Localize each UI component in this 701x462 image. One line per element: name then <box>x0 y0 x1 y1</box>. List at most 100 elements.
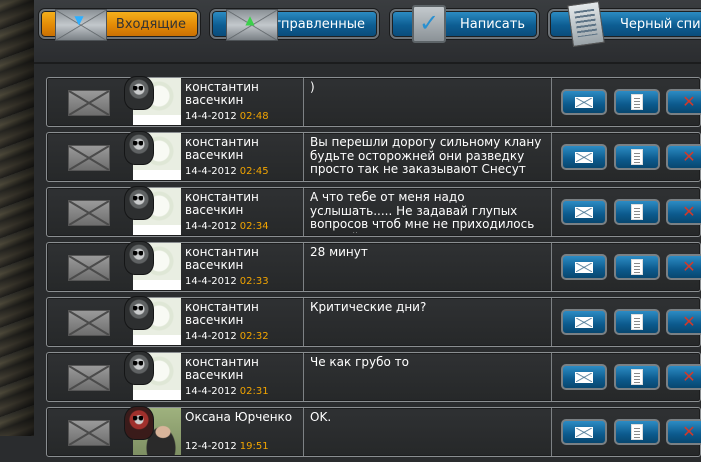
close-icon: ✕ <box>682 202 696 221</box>
checkmark-icon: ✓ <box>412 5 446 43</box>
envelope-icon <box>575 96 593 108</box>
message-time: 02:33 <box>239 276 269 287</box>
archive-button[interactable] <box>614 364 660 390</box>
envelope-icon <box>575 316 593 328</box>
delete-button[interactable]: ✕ <box>666 364 701 390</box>
tab-compose-label: Написать <box>459 16 525 32</box>
delete-button[interactable]: ✕ <box>666 89 701 115</box>
message-time: 02:31 <box>239 386 269 397</box>
delete-button[interactable]: ✕ <box>666 254 701 280</box>
message-date: 14-4-2012 02:31 <box>185 386 269 397</box>
reply-button[interactable] <box>561 419 607 445</box>
close-icon: ✕ <box>682 257 696 276</box>
archive-button[interactable] <box>614 199 660 225</box>
message-date: 14-4-2012 02:45 <box>185 166 269 177</box>
message-preview[interactable]: 28 минут <box>310 246 546 288</box>
skull-icon <box>124 351 154 385</box>
message-preview[interactable]: OK. <box>310 411 546 453</box>
close-icon: ✕ <box>682 147 696 166</box>
avatar[interactable] <box>124 241 181 290</box>
message-list: константин васечкин 14-4-2012 02:48 ) ✕ к… <box>46 76 701 462</box>
message-date: 14-4-2012 02:48 <box>185 111 269 122</box>
avatar[interactable] <box>124 131 181 180</box>
message-preview[interactable]: Вы перешли дорогу сильному клану будьте … <box>310 136 546 178</box>
archive-button[interactable] <box>614 419 660 445</box>
close-icon: ✕ <box>682 92 696 111</box>
archive-button[interactable] <box>614 309 660 335</box>
avatar[interactable] <box>124 351 181 400</box>
delete-button[interactable]: ✕ <box>666 199 701 225</box>
reply-button[interactable] <box>561 364 607 390</box>
message-row[interactable]: константин васечкин 14-4-2012 02:31 Че ка… <box>46 351 701 402</box>
tab-compose[interactable]: ✓ Написать <box>390 5 539 43</box>
envelope-icon <box>68 90 110 116</box>
tab-sent-label: Отправленные <box>263 16 365 32</box>
arrow-up-icon: ▲ <box>245 13 255 27</box>
envelope-icon <box>68 310 110 336</box>
arrow-down-icon: ▼ <box>74 13 84 27</box>
delete-button[interactable]: ✕ <box>666 144 701 170</box>
reply-button[interactable] <box>561 254 607 280</box>
skull-icon <box>124 406 154 440</box>
mail-tabs: ▼ Входящие ▲ Отправленные ✓ Написать Чер… <box>34 0 701 64</box>
avatar[interactable] <box>124 76 181 125</box>
tab-blacklist[interactable]: Черный список <box>548 0 701 48</box>
avatar[interactable] <box>124 186 181 235</box>
background-decoration <box>0 0 34 436</box>
tab-blacklist-label: Черный список <box>620 16 701 32</box>
archive-button[interactable] <box>614 89 660 115</box>
message-time: 02:32 <box>239 331 269 342</box>
avatar[interactable] <box>124 296 181 345</box>
message-preview[interactable]: Че как грубо то <box>310 356 546 398</box>
envelope-icon <box>68 420 110 446</box>
sender-name[interactable]: Оксана Юрченко <box>185 411 303 424</box>
message-row[interactable]: константин васечкин 14-4-2012 02:34 А что… <box>46 186 701 237</box>
clipboard-icon <box>631 424 643 440</box>
document-list-icon <box>567 0 605 48</box>
clipboard-icon <box>631 149 643 165</box>
sender-name[interactable]: константин васечкин <box>185 81 303 107</box>
message-time: 02:48 <box>239 111 269 122</box>
skull-icon <box>124 76 154 110</box>
skull-icon <box>124 241 154 275</box>
message-row[interactable]: Оксана Юрченко 12-4-2012 19:51 OK. ✕ <box>46 406 701 457</box>
sender-name[interactable]: константин васечкин <box>185 136 303 162</box>
envelope-icon <box>68 365 110 391</box>
reply-button[interactable] <box>561 309 607 335</box>
message-date: 14-4-2012 02:33 <box>185 276 269 287</box>
message-preview[interactable]: Критические дни? <box>310 301 546 343</box>
message-time: 02:34 <box>239 221 269 232</box>
message-date: 14-4-2012 02:32 <box>185 331 269 342</box>
clipboard-icon <box>631 204 643 220</box>
avatar[interactable] <box>124 406 181 455</box>
message-preview[interactable]: А что тебе от меня надо услышать..... Не… <box>310 191 546 233</box>
clipboard-icon <box>631 94 643 110</box>
message-row[interactable]: константин васечкин 14-4-2012 02:33 28 ми… <box>46 241 701 292</box>
message-row[interactable]: константин васечкин 14-4-2012 02:48 ) ✕ <box>46 76 701 127</box>
envelope-icon <box>575 371 593 383</box>
reply-button[interactable] <box>561 144 607 170</box>
sender-name[interactable]: константин васечкин <box>185 356 303 382</box>
archive-button[interactable] <box>614 144 660 170</box>
clipboard-icon <box>631 259 643 275</box>
message-date: 14-4-2012 02:34 <box>185 221 269 232</box>
clipboard-icon <box>631 314 643 330</box>
tab-inbox[interactable]: ▼ Входящие <box>39 9 200 41</box>
delete-button[interactable]: ✕ <box>666 419 701 445</box>
tab-inbox-label: Входящие <box>115 16 186 32</box>
clipboard-icon <box>631 369 643 385</box>
skull-icon <box>124 186 154 220</box>
sender-name[interactable]: константин васечкин <box>185 246 303 272</box>
reply-button[interactable] <box>561 199 607 225</box>
envelope-icon <box>68 145 110 171</box>
reply-button[interactable] <box>561 89 607 115</box>
message-row[interactable]: константин васечкин 14-4-2012 02:45 Вы пе… <box>46 131 701 182</box>
sender-name[interactable]: константин васечкин <box>185 191 303 217</box>
envelope-icon <box>575 151 593 163</box>
archive-button[interactable] <box>614 254 660 280</box>
delete-button[interactable]: ✕ <box>666 309 701 335</box>
message-row[interactable]: константин васечкин 14-4-2012 02:32 Крити… <box>46 296 701 347</box>
message-preview[interactable]: ) <box>310 81 546 123</box>
tab-sent[interactable]: ▲ Отправленные <box>210 9 379 41</box>
sender-name[interactable]: константин васечкин <box>185 301 303 327</box>
